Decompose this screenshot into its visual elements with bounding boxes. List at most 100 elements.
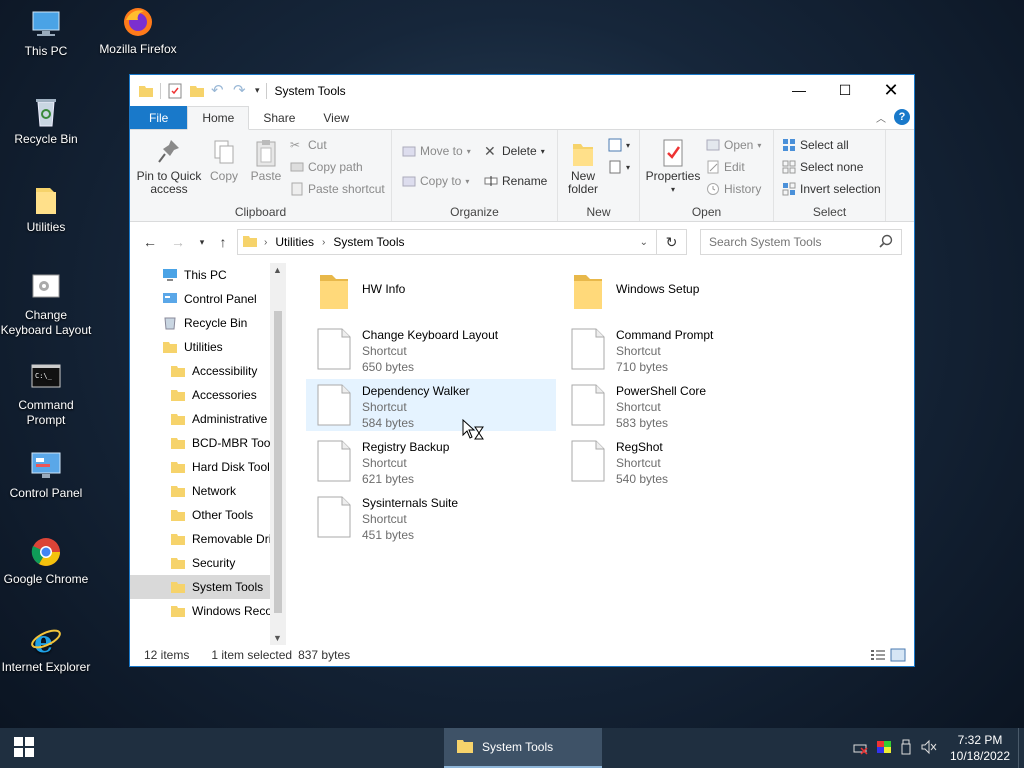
large-icons-view-icon[interactable] — [890, 648, 906, 665]
breadcrumb-utilities[interactable]: Utilities — [275, 235, 314, 249]
customize-qat-chevron-icon[interactable]: ▾ — [255, 85, 260, 96]
desktop-icon-firefox[interactable]: Mozilla Firefox — [92, 6, 184, 57]
nav-item-this-pc[interactable]: This PC — [130, 263, 270, 287]
network-disconnected-icon[interactable] — [852, 739, 868, 758]
properties-button[interactable]: Properties ▾ — [644, 138, 702, 196]
shortcut-item-regshot[interactable]: RegShot Shortcut 540 bytes — [560, 435, 810, 487]
show-desktop-button[interactable] — [1018, 728, 1024, 768]
select-none-button[interactable]: Select none — [782, 160, 863, 174]
easy-access-icon — [608, 160, 622, 174]
shortcut-item-dependency-walker[interactable]: Dependency Walker Shortcut 584 bytes — [306, 379, 556, 431]
properties-check-icon[interactable] — [167, 83, 183, 99]
nav-item-accessibility[interactable]: Accessibility — [130, 359, 270, 383]
tab-share[interactable]: Share — [249, 106, 309, 129]
volume-muted-icon[interactable] — [920, 739, 938, 758]
clipboard-group-label: Clipboard — [234, 205, 287, 219]
nav-item-network[interactable]: Network — [130, 479, 270, 503]
nav-item-accessories[interactable]: Accessories — [130, 383, 270, 407]
move-to-button[interactable]: Move to ▾ — [402, 144, 471, 158]
desktop-icon-label: Internet Explorer — [1, 660, 91, 674]
redo-icon[interactable]: ↷ — [233, 82, 249, 99]
scroll-down-icon[interactable]: ▼ — [273, 633, 282, 643]
nav-item-security[interactable]: Security — [130, 551, 270, 575]
desktop-icon-internet-explorer[interactable]: e Internet Explorer — [0, 624, 92, 675]
nav-item-recycle-bin[interactable]: Recycle Bin — [130, 311, 270, 335]
nav-item-hard-disk-tools[interactable]: Hard Disk Tools — [130, 455, 270, 479]
svg-text:e: e — [34, 625, 53, 656]
undo-icon[interactable]: ↶ — [211, 82, 227, 99]
clock[interactable]: 7:32 PM 10/18/2022 — [942, 732, 1018, 764]
nav-item-control-panel[interactable]: Control Panel — [130, 287, 270, 311]
select-all-button[interactable]: Select all — [782, 138, 849, 152]
details-view-icon[interactable] — [870, 648, 886, 665]
easy-access-button[interactable]: ▾ — [608, 160, 630, 174]
nav-item-system-tools[interactable]: System Tools — [130, 575, 270, 599]
scroll-up-icon[interactable]: ▲ — [273, 265, 282, 275]
back-arrow-icon[interactable]: ← — [138, 234, 162, 250]
chrome-icon — [30, 536, 62, 568]
address-dropdown-chevron-icon[interactable]: ⌄ — [640, 237, 648, 248]
forward-arrow-icon[interactable]: → — [166, 234, 190, 250]
scrollbar-thumb[interactable] — [274, 311, 282, 613]
desktop-icon-google-chrome[interactable]: Google Chrome — [0, 536, 92, 587]
nav-item-other-tools[interactable]: Other Tools — [130, 503, 270, 527]
new-item-button[interactable]: ▾ — [608, 138, 630, 152]
copy-to-button[interactable]: Copy to ▾ — [402, 174, 469, 188]
tab-home[interactable]: Home — [187, 106, 250, 130]
open-button[interactable]: Open ▾ — [706, 138, 761, 152]
edit-button[interactable]: Edit — [706, 160, 745, 174]
new-folder-button[interactable]: New folder — [564, 138, 602, 196]
navigation-scrollbar[interactable]: ▲ ▼ — [270, 263, 286, 645]
close-button[interactable]: ✕ — [868, 75, 914, 105]
display-color-icon[interactable] — [876, 740, 892, 757]
tab-file[interactable]: File — [130, 106, 188, 129]
rename-icon — [484, 174, 498, 188]
maximize-button[interactable]: ☐ — [822, 75, 868, 105]
usb-drive-icon[interactable] — [900, 739, 912, 758]
up-arrow-icon[interactable]: ↑ — [211, 234, 235, 250]
folder-item-hw-info[interactable]: HW Info — [306, 267, 556, 319]
collapse-ribbon-chevron-icon[interactable]: ︿ — [876, 110, 886, 125]
address-bar[interactable]: › Utilities › System Tools ⌄ — [237, 229, 657, 255]
desktop-icon-change-keyboard-layout[interactable]: Change Keyboard Layout — [0, 272, 92, 338]
shortcut-item-command-prompt[interactable]: Command Prompt Shortcut 710 bytes — [560, 323, 810, 375]
cut-button[interactable]: ✂ Cut — [290, 138, 327, 152]
nav-item-administrative[interactable]: Administrative — [130, 407, 270, 431]
paste-shortcut-button[interactable]: Paste shortcut — [290, 182, 385, 196]
nav-item-utilities[interactable]: Utilities — [130, 335, 270, 359]
desktop-icon-control-panel[interactable]: Control Panel — [0, 450, 92, 501]
shortcut-item-sysinternals-suite[interactable]: Sysinternals Suite Shortcut 451 bytes — [306, 491, 556, 543]
nav-item-windows-recovery[interactable]: Windows Reco — [130, 599, 270, 623]
shortcut-item-powershell-core[interactable]: PowerShell Core Shortcut 583 bytes — [560, 379, 810, 431]
copy-button[interactable]: Copy — [206, 138, 242, 183]
minimize-button[interactable]: — — [776, 75, 822, 105]
folder-item-windows-setup[interactable]: Windows Setup — [560, 267, 810, 319]
nav-item-bcd-mbr-tool[interactable]: BCD-MBR Tool — [130, 431, 270, 455]
breadcrumb-system-tools[interactable]: System Tools — [333, 235, 404, 249]
desktop-icon-command-prompt[interactable]: C:\_ Command Prompt — [0, 362, 92, 428]
shortcut-item-change-keyboard-layout[interactable]: Change Keyboard Layout Shortcut 650 bytes — [306, 323, 556, 375]
shortcut-item-registry-backup[interactable]: Registry Backup Shortcut 621 bytes — [306, 435, 556, 487]
nav-item-removable-drive[interactable]: Removable Dri — [130, 527, 270, 551]
start-button[interactable] — [0, 728, 48, 768]
invert-selection-button[interactable]: Invert selection — [782, 182, 881, 196]
new-folder-icon[interactable] — [189, 83, 205, 99]
taskbar-app-system-tools[interactable]: System Tools — [444, 728, 602, 768]
help-icon[interactable]: ? — [894, 109, 910, 125]
desktop-icon-utilities[interactable]: Utilities — [0, 184, 92, 235]
open-icon — [706, 138, 720, 152]
paste-button[interactable]: Paste — [246, 138, 286, 183]
desktop-icon-this-pc[interactable]: This PC — [0, 8, 92, 59]
refresh-button[interactable]: ↻ — [657, 229, 687, 255]
search-input[interactable] — [709, 235, 869, 249]
delete-button[interactable]: ✕ Delete ▾ — [484, 144, 545, 158]
folder-icon — [138, 83, 154, 99]
search-box[interactable] — [700, 229, 902, 255]
copy-path-button[interactable]: Copy path — [290, 160, 363, 174]
tab-view[interactable]: View — [309, 106, 363, 129]
desktop-icon-recycle-bin[interactable]: Recycle Bin — [0, 96, 92, 147]
history-button[interactable]: History — [706, 182, 761, 196]
rename-button[interactable]: Rename — [484, 174, 547, 188]
pin-to-quick-access-button[interactable]: Pin to Quick access — [136, 138, 202, 196]
title-bar[interactable]: ↶ ↷ ▾ System Tools — ☐ ✕ — [130, 75, 914, 106]
